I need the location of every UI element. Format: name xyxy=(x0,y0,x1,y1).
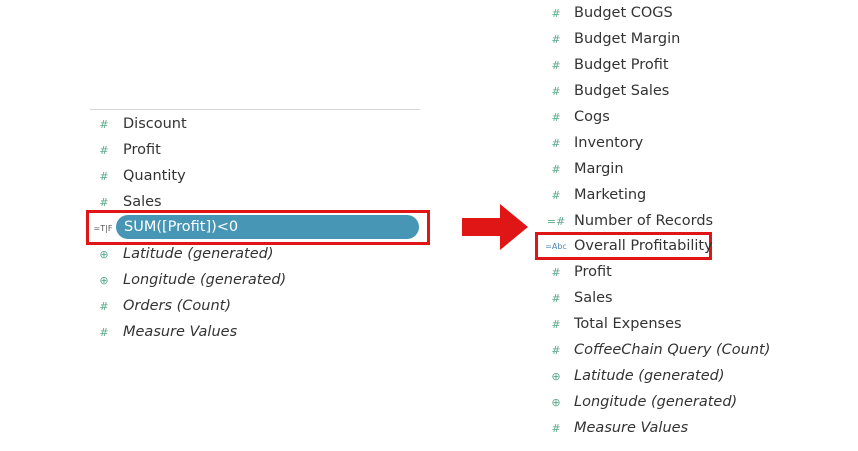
hash-icon: # xyxy=(551,58,561,72)
calc-hash-icon: =# xyxy=(546,214,566,228)
field-orders-count[interactable]: # Orders (Count) xyxy=(93,293,231,319)
field-cogs[interactable]: # Cogs xyxy=(545,104,610,130)
field-label: Latitude (generated) xyxy=(574,368,725,384)
right-arrow-icon xyxy=(462,204,528,250)
field-label: Budget COGS xyxy=(574,5,673,21)
field-label: Profit xyxy=(574,264,612,280)
hash-icon: # xyxy=(551,421,561,435)
field-discount[interactable]: # Discount xyxy=(93,111,187,137)
field-latitude[interactable]: ⊕ Latitude (generated) xyxy=(93,241,274,267)
hash-icon: # xyxy=(551,343,561,357)
globe-icon: ⊕ xyxy=(99,273,109,287)
field-budget-margin[interactable]: # Budget Margin xyxy=(545,26,680,52)
field-label: Longitude (generated) xyxy=(123,272,287,288)
hash-icon: # xyxy=(99,325,109,339)
hash-icon: # xyxy=(551,6,561,20)
hash-icon: # xyxy=(99,143,109,157)
hash-icon: # xyxy=(99,117,109,131)
field-label: Cogs xyxy=(574,109,610,125)
globe-icon: ⊕ xyxy=(99,247,109,261)
field-measure-values[interactable]: # Measure Values xyxy=(545,415,688,441)
field-overall-profitability[interactable]: =Abc Overall Profitability xyxy=(545,233,713,259)
calc-field-pill[interactable]: SUM([Profit])<0 xyxy=(116,215,419,239)
field-margin[interactable]: # Margin xyxy=(545,156,624,182)
pane-divider xyxy=(90,109,420,110)
field-longitude[interactable]: ⊕ Longitude (generated) xyxy=(545,389,737,415)
hash-icon: # xyxy=(551,317,561,331)
field-label: Total Expenses xyxy=(574,316,682,332)
field-label: Measure Values xyxy=(123,324,238,340)
field-sales[interactable]: # Sales xyxy=(545,285,613,311)
field-total-expenses[interactable]: # Total Expenses xyxy=(545,311,682,337)
field-profit[interactable]: # Profit xyxy=(93,137,161,163)
field-budget-cogs[interactable]: # Budget COGS xyxy=(545,0,673,26)
hash-icon: # xyxy=(551,136,561,150)
hash-icon: # xyxy=(99,299,109,313)
field-label: Orders (Count) xyxy=(123,298,231,314)
field-label: Discount xyxy=(123,116,187,132)
field-label: Budget Sales xyxy=(574,83,670,99)
field-label: Marketing xyxy=(574,187,647,203)
field-label: Inventory xyxy=(574,135,644,151)
field-label: CoffeeChain Query (Count) xyxy=(574,342,771,358)
hash-icon: # xyxy=(551,84,561,98)
field-label: Number of Records xyxy=(574,213,714,229)
field-label: Latitude (generated) xyxy=(123,246,274,262)
field-inventory[interactable]: # Inventory xyxy=(545,130,643,156)
field-label: Budget Margin xyxy=(574,31,681,47)
field-label: Profit xyxy=(123,142,161,158)
field-profit[interactable]: # Profit xyxy=(545,259,612,285)
field-label: Longitude (generated) xyxy=(574,394,738,410)
globe-icon: ⊕ xyxy=(551,369,561,383)
hash-icon: # xyxy=(99,195,109,209)
hash-icon: # xyxy=(551,291,561,305)
string-calc-icon: =Abc xyxy=(545,241,567,251)
field-label: Quantity xyxy=(123,168,186,184)
field-number-of-records[interactable]: =# Number of Records xyxy=(545,208,713,234)
field-latitude[interactable]: ⊕ Latitude (generated) xyxy=(545,363,725,389)
field-marketing[interactable]: # Marketing xyxy=(545,182,646,208)
calc-field-icon-row: =T|F xyxy=(92,215,114,241)
hash-icon: # xyxy=(551,110,561,124)
field-coffeechain-count[interactable]: # CoffeeChain Query (Count) xyxy=(545,337,770,363)
globe-icon: ⊕ xyxy=(551,395,561,409)
field-label: Margin xyxy=(574,161,624,177)
field-quantity[interactable]: # Quantity xyxy=(93,163,186,189)
hash-icon: # xyxy=(99,169,109,183)
hash-icon: # xyxy=(551,188,561,202)
field-budget-profit[interactable]: # Budget Profit xyxy=(545,52,669,78)
field-measure-values[interactable]: # Measure Values xyxy=(93,319,237,345)
hash-icon: # xyxy=(551,265,561,279)
field-label: Overall Profitability xyxy=(574,238,713,254)
field-label: Sales xyxy=(123,194,162,210)
hash-icon: # xyxy=(551,32,561,46)
field-budget-sales[interactable]: # Budget Sales xyxy=(545,78,669,104)
boolean-calc-icon: =T|F xyxy=(93,223,113,233)
field-label: Budget Profit xyxy=(574,57,669,73)
field-longitude[interactable]: ⊕ Longitude (generated) xyxy=(93,267,286,293)
hash-icon: # xyxy=(551,162,561,176)
field-label: Sales xyxy=(574,290,613,306)
field-label: Measure Values xyxy=(574,420,689,436)
